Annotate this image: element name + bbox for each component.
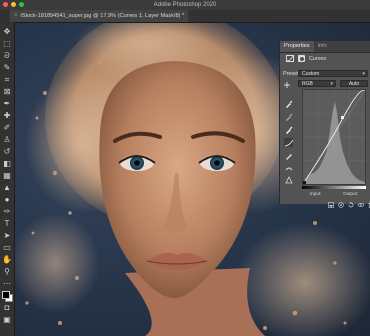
zoom-tool-icon[interactable]: ⚲: [1, 266, 13, 277]
eyedropper-tool-icon[interactable]: ✒: [1, 98, 13, 109]
input-label: Input:: [310, 191, 322, 196]
tools-panel: ✥ ⬚ ᘐ ✎ ⌗ ⊠ ✒ ✚ ✐ ♙ ↺ ◧ ▦ ▲ ● ✑ T ➤ ▭ ✋ ⚲ ⋯ ◘ ▣: [0, 22, 15, 336]
curves-graph[interactable]: [302, 89, 366, 185]
foreground-color-swatch[interactable]: [2, 291, 10, 299]
white-point-eyedropper-icon[interactable]: [284, 125, 293, 134]
clipping-warning-icon[interactable]: [284, 175, 293, 184]
path-select-tool-icon[interactable]: ➤: [1, 230, 13, 241]
black-point-eyedropper-icon[interactable]: [284, 99, 293, 108]
crop-tool-icon[interactable]: ⌗: [1, 74, 13, 85]
type-tool-icon[interactable]: T: [1, 218, 13, 229]
hand-tool-icon[interactable]: ✋: [1, 254, 13, 265]
gradient-tool-icon[interactable]: ▦: [1, 170, 13, 181]
quick-mask-icon[interactable]: ◘: [1, 302, 13, 313]
eraser-tool-icon[interactable]: ◧: [1, 158, 13, 169]
target-adjust-icon[interactable]: [282, 80, 291, 89]
more-tools-icon[interactable]: ⋯: [1, 278, 13, 289]
input-gradient-bar: [302, 186, 366, 189]
curves-adjustment-icon: [286, 55, 294, 62]
preset-dropdown[interactable]: Custom ▾: [298, 70, 368, 77]
color-swatches-icon[interactable]: [1, 290, 13, 302]
document-tab-bar: × iStock-181894541_super.jpg @ 17,9% (Cu…: [0, 10, 370, 23]
dodge-tool-icon[interactable]: ●: [1, 194, 13, 205]
preset-value: Custom: [302, 71, 320, 77]
auto-button[interactable]: Auto: [340, 80, 368, 87]
clip-to-layer-icon[interactable]: [328, 195, 334, 208]
move-tool-icon[interactable]: ✥: [1, 26, 13, 37]
channel-value: RGB: [302, 81, 313, 87]
view-previous-state-icon[interactable]: [338, 195, 344, 208]
pen-tool-icon[interactable]: ✑: [1, 206, 13, 217]
properties-tab-bar: Properties Info: [280, 41, 370, 53]
mask-icon[interactable]: [298, 55, 305, 62]
curve-edit-icon[interactable]: [284, 138, 293, 147]
quick-select-tool-icon[interactable]: ✎: [1, 62, 13, 73]
lasso-tool-icon[interactable]: ᘐ: [1, 50, 13, 61]
chevron-down-icon: ▾: [330, 81, 333, 87]
curves-histogram: [302, 89, 366, 185]
history-brush-tool-icon[interactable]: ↺: [1, 146, 13, 157]
screen-mode-icon[interactable]: ▣: [1, 314, 13, 325]
panel-footer-icons: [328, 195, 370, 208]
app-title: Adobe Photoshop 2020: [153, 2, 217, 8]
marquee-tool-icon[interactable]: ⬚: [1, 38, 13, 49]
document-tab-label: iStock-181894541_super.jpg @ 17,9% (Curv…: [20, 13, 185, 19]
visibility-eye-icon[interactable]: [357, 195, 365, 207]
stamp-tool-icon[interactable]: ♙: [1, 134, 13, 145]
reset-icon[interactable]: [348, 195, 354, 208]
chevron-down-icon: ▾: [362, 71, 365, 77]
tab-properties[interactable]: Properties: [280, 41, 314, 52]
smooth-curve-icon[interactable]: [284, 163, 293, 172]
adjustment-header: Curves: [286, 55, 326, 62]
tab-info[interactable]: Info: [314, 41, 331, 52]
brush-tool-icon[interactable]: ✐: [1, 122, 13, 133]
close-tab-icon[interactable]: ×: [14, 13, 18, 19]
gray-point-eyedropper-icon[interactable]: [284, 112, 293, 121]
properties-panel: Properties Info Curves Preset: Custom ▾ …: [279, 41, 370, 208]
channel-dropdown[interactable]: RGB ▾: [298, 80, 336, 87]
healing-brush-tool-icon[interactable]: ✚: [1, 110, 13, 121]
frame-tool-icon[interactable]: ⊠: [1, 86, 13, 97]
blur-tool-icon[interactable]: ▲: [1, 182, 13, 193]
pencil-draw-icon[interactable]: [284, 151, 293, 160]
shape-tool-icon[interactable]: ▭: [1, 242, 13, 253]
adjustment-name: Curves: [309, 55, 327, 62]
document-tab[interactable]: × iStock-181894541_super.jpg @ 17,9% (Cu…: [10, 10, 189, 22]
